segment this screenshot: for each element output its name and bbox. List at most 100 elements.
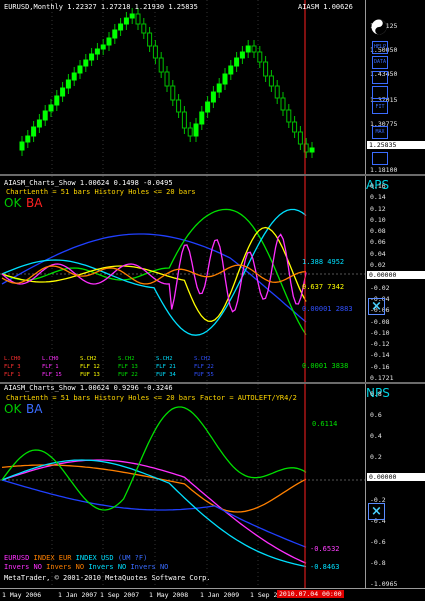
candle-body [152,45,158,59]
legend-item: S.CH2 [80,356,97,362]
aps-oscillator-plot [0,176,366,382]
fit-button[interactable]: FIT [372,101,388,114]
series-value-label: 0.637 7342 [302,283,345,291]
legend-item: FLF 22 [194,364,214,370]
axis-tick: 0.2 [370,453,382,462]
candle-body [228,65,234,75]
zero-line-label: 0.00000 [367,271,425,280]
zero-line-label: 0.00000 [367,473,425,482]
candle-body [129,13,135,19]
axis-tick: 0.02 [370,261,386,270]
candle-body [106,37,112,46]
candle-body [245,45,251,53]
legend-item: FUF 55 [194,372,214,378]
candlestick-plot [19,0,315,174]
legend-row-invers: Invers NO Invers NO Invers NO Invers NO [4,563,168,571]
legend-item: INDEX EUR [33,554,76,562]
price-panel[interactable]: EURUSD,Monthly 1.22327 1.27218 1.21930 1… [0,0,425,174]
legend-item: FLF 1 [42,364,59,370]
candle-body [42,110,48,121]
candle-body [263,61,269,77]
axis-tick: 0.14 [370,193,386,202]
ba-label: BA [26,196,43,210]
candle-body [135,13,141,25]
candle-body [100,44,106,50]
candle-body [274,85,280,99]
series-value-label: -0.6532 [310,545,340,553]
axis-tick: -0.16 [370,362,390,371]
axis-tick: 0.12 [370,204,386,213]
axis-tick: -0.02 [370,283,390,292]
time-label: 1 May 2008 [149,591,189,599]
candle-body [193,123,199,137]
close-icon[interactable]: × [368,503,385,520]
yin-yang-icon[interactable] [371,19,387,35]
candle-body [187,127,193,137]
axis-tick: -0.08 [370,317,390,326]
axis-tick: 0.08 [370,227,386,236]
nps-params: ChartLenth = 51 bars History Holes <= 20… [6,394,297,402]
candle-body [239,51,245,59]
copyright: MetaTrader, © 2001-2010 MetaQuotes Softw… [4,574,211,582]
candle-body [268,75,274,87]
candle-body [31,126,37,137]
legend-item: FLF 12 [80,364,100,370]
candle-body [77,65,83,74]
series-line [1,464,307,513]
symbol-header: EURUSD,Monthly 1.22327 1.27218 1.21930 1… [4,3,198,11]
axis-tick: 0.16 [370,182,386,190]
candle-body [94,48,100,55]
axis-tick: -0.8 [370,558,386,567]
time-label: 1 Sep 2007 [100,591,140,599]
candle-body [176,99,182,113]
aps-axis: 0.160.140.120.100.080.060.040.020.00-0.0… [365,176,425,382]
ba-label: BA [26,402,43,416]
candle-body [89,53,95,61]
series-value-label: -0.8463 [310,563,340,571]
ok-label: OK [4,196,22,210]
axis-tick: -1.0965 [370,580,398,588]
max-button[interactable]: MAX [372,126,388,139]
data-button[interactable]: DATA [372,56,388,69]
axis-tick: 0.4 [370,432,382,441]
price-tick: 1.18100 [370,166,398,174]
candle-body [65,79,71,89]
time-label: 1 Jan 2007 [58,591,98,599]
candle-body [199,111,205,125]
candle-body [234,57,240,67]
candle-body [309,147,315,153]
legend-item: Invers NO [46,563,89,571]
axis-tick: -0.6 [370,537,386,546]
candle-body [60,87,66,97]
nps-header: AIASM_Charts_Show 1.00624 0.9296 -0.3246 [4,384,173,392]
panel-button[interactable] [372,86,388,99]
candle-body [257,51,263,63]
series-line [1,406,307,511]
nps-panel[interactable]: AIASM_Charts_Show 1.00624 0.9296 -0.3246… [0,384,425,588]
candle-body [181,111,187,129]
nps-axis: 0.80.60.40.20.00-0.2-0.4-0.6-0.8-1.09650… [365,384,425,588]
candle-body [222,73,228,85]
legend-item: Invers NO [4,563,47,571]
series-value-label: 1.388 4952 [302,258,345,266]
panel-button[interactable] [372,152,388,165]
legend-item: S.CH2 [118,356,135,362]
candle-body [83,59,89,67]
candle-body [112,29,118,39]
legend-item: L.CH0 [4,356,21,362]
axis-tick: -0.12 [370,340,390,349]
axis-tick: 0.04 [370,249,386,258]
axis-tick: 0.8 [370,390,382,398]
candle-body [147,32,153,47]
panel-button[interactable] [372,71,388,84]
candle-body [170,85,176,101]
aps-panel[interactable]: AIASM_Charts_Show 1.00624 0.1498 -0.0495… [0,176,425,382]
candle-body [292,121,298,133]
close-icon[interactable]: × [368,298,385,315]
legend-item: FUF 13 [80,372,100,378]
help-button[interactable]: HELP [372,41,388,54]
axis-tick: 0.06 [370,238,386,247]
legend-item: S.CH2 [194,356,211,362]
axis-tick: -0.14 [370,351,390,360]
candle-body [205,101,211,113]
